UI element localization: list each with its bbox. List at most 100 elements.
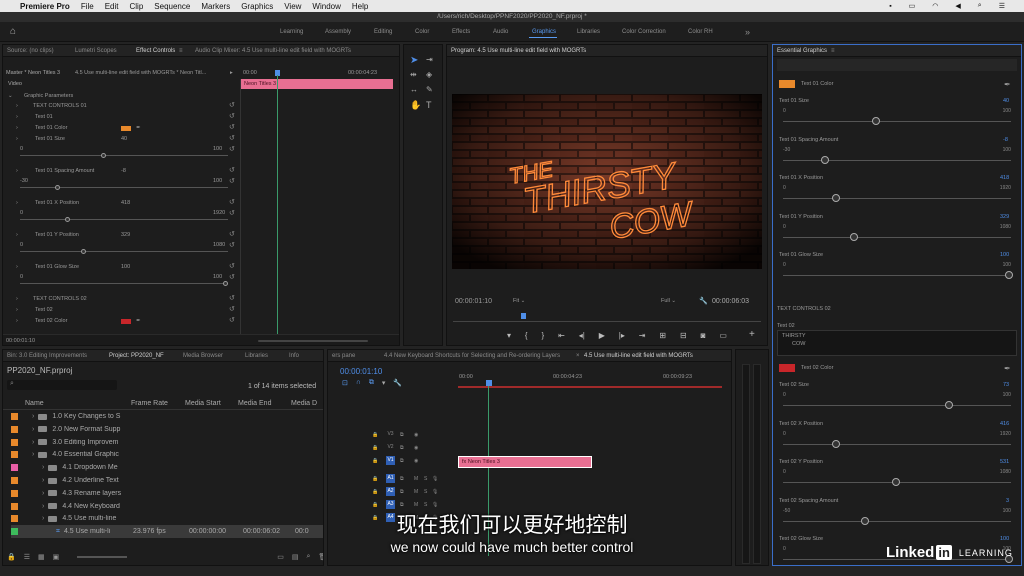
eg-text-02-size-slider-track[interactable] — [783, 405, 1011, 406]
eg-text-01-y-position-slider-knob[interactable] — [849, 232, 858, 241]
workspace-more-button[interactable]: » — [745, 22, 750, 42]
disclosure-triangle-icon[interactable]: › — [32, 426, 34, 433]
track-v2-target[interactable]: V2 — [386, 443, 395, 452]
ec-text-01-spacing-amount-value[interactable]: -8 — [121, 168, 126, 174]
program-timecode[interactable]: 00:00:01:10 — [455, 298, 492, 305]
snap-icon[interactable]: ∩ — [356, 379, 361, 387]
workspace-assembly[interactable]: Assembly — [325, 22, 351, 42]
ec-text-01-size-slider-track[interactable] — [20, 155, 228, 156]
menu-markers[interactable]: Markers — [201, 2, 230, 11]
eg-text-01-size-value[interactable]: 40 — [1003, 98, 1009, 104]
eg-text-02-color-swatch[interactable] — [779, 364, 795, 372]
mark-in-icon[interactable]: { — [525, 331, 528, 341]
workspace-libraries[interactable]: Libraries — [577, 22, 600, 42]
eg-text-02-x-position-slider-track[interactable] — [783, 443, 1011, 445]
eg-text-01-x-position-value[interactable]: 418 — [1000, 175, 1009, 181]
project-search-input[interactable]: ⌕ — [7, 380, 117, 390]
track-v3-target[interactable]: V3 — [386, 430, 395, 439]
project-row[interactable]: › 1.0 Key Changes to S — [11, 410, 323, 423]
track-a1-mute[interactable]: M — [414, 476, 418, 482]
eg-text-01-color-swatch[interactable] — [779, 80, 795, 88]
track-a2-target[interactable]: A2 — [386, 487, 395, 496]
linked-selection-icon[interactable]: ⧉ — [369, 379, 374, 387]
disclosure-triangle-icon[interactable]: › — [42, 477, 44, 484]
ec-text-01-size-slider-knob[interactable] — [101, 153, 107, 158]
track-a2-sync-icon[interactable]: ⧉ — [400, 489, 404, 495]
menu-sequence[interactable]: Sequence — [154, 2, 190, 11]
track-v3-sync-icon[interactable]: ⧉ — [400, 432, 404, 438]
workspace-editing[interactable]: Editing — [374, 22, 392, 42]
tab-timeline-prev[interactable]: ers pane — [332, 350, 355, 362]
track-v2-eye-icon[interactable]: ◉ — [414, 445, 418, 451]
tab-project[interactable]: Project: PP2020_NF — [109, 350, 164, 362]
eg-text-02-size-value[interactable]: 73 — [1003, 382, 1009, 388]
col-media-start[interactable]: Media Start — [185, 400, 221, 407]
wifi-icon[interactable]: ◠ — [932, 2, 938, 10]
ec-text-01-x-position-keyframe-icon[interactable]: ↺ — [229, 209, 235, 217]
workspace-audio[interactable]: Audio — [493, 22, 508, 42]
track-a1-lock-icon[interactable]: 🔒 — [372, 476, 378, 482]
essential-graphics-title[interactable]: Essential Graphics — [777, 45, 827, 57]
track-v1-sync-icon[interactable]: ⧉ — [400, 458, 404, 464]
comparison-view-icon[interactable]: ▭ — [719, 331, 727, 341]
ec-text-01-spacing-amount-slider-knob[interactable] — [54, 185, 60, 190]
wrench-icon[interactable]: 🔧 — [699, 297, 708, 305]
ec-current-time[interactable]: 00:00:01:10 — [6, 338, 35, 344]
project-item-name[interactable]: 4.2 Underline Text — [62, 477, 132, 484]
ec-text-02-toggle[interactable]: › — [16, 307, 18, 313]
ec-text-01-glow-size-value[interactable]: 100 — [121, 264, 130, 270]
track-a1-sync-icon[interactable]: ⧉ — [400, 476, 404, 482]
ec-text-controls-01-toggle[interactable]: › — [16, 103, 18, 109]
track-v3-lock-icon[interactable]: 🔒 — [372, 432, 378, 438]
track-a3-mute[interactable]: M — [414, 502, 418, 508]
menu-view[interactable]: View — [284, 2, 301, 11]
ec-text-01-x-position-slider-knob[interactable] — [64, 217, 70, 222]
app-menu[interactable]: Premiere Pro — [20, 2, 70, 11]
eg-text-01-x-position-slider-knob[interactable] — [831, 194, 840, 202]
track-v3-eye-icon[interactable]: ◉ — [414, 432, 418, 438]
track-a3-mic-icon[interactable]: 🎙 — [432, 502, 438, 508]
menu-clip[interactable]: Clip — [130, 2, 144, 11]
ec-text-01-x-position-value[interactable]: 418 — [121, 200, 130, 206]
menu-help[interactable]: Help — [352, 2, 368, 11]
disclosure-triangle-icon[interactable]: › — [32, 451, 34, 458]
type-tool-icon[interactable]: T — [426, 100, 432, 110]
disclosure-triangle-icon[interactable]: › — [42, 490, 44, 497]
eg-text-01-glow-size-slider-track[interactable] — [783, 275, 1011, 276]
selection-tool-icon[interactable]: ➤ — [410, 55, 418, 66]
eg-menu-icon[interactable]: ≡ — [831, 45, 835, 57]
track-v2-sync-icon[interactable]: ⧉ — [400, 445, 404, 451]
project-row[interactable]: › 4.0 Essential Graphic — [11, 448, 323, 461]
project-item-name[interactable]: 4.3 Rename layers — [62, 490, 132, 497]
play-only-icon[interactable]: ▸ — [230, 70, 233, 76]
program-timeruler[interactable] — [453, 317, 761, 322]
track-select-tool-icon[interactable]: ⇥ — [426, 55, 433, 64]
tab-audio-clip-mixer[interactable]: Audio Clip Mixer: 4.5 Use multi-line edi… — [195, 45, 351, 57]
workspace-graphics[interactable]: Graphics — [532, 22, 556, 42]
ec-clip-bar[interactable]: Neon Titles 3 — [241, 79, 393, 89]
ec-text-01-toggle[interactable]: › — [16, 114, 18, 120]
ec-text-01-glow-size-toggle[interactable]: › — [16, 264, 18, 270]
search-icon[interactable]: ⌕ — [978, 2, 982, 10]
menu-file[interactable]: File — [81, 2, 94, 11]
project-item-name[interactable]: 3.0 Editing Improvem — [52, 439, 122, 446]
ec-text-01-y-position-reset-icon[interactable]: ↺ — [229, 230, 235, 238]
timeline-clip-neon-titles[interactable]: fx Neon Titles 3 — [458, 456, 592, 468]
workspace-color[interactable]: Color — [415, 22, 429, 42]
eg-text-01-x-position-slider-track[interactable] — [783, 198, 1011, 199]
eg-text-01-spacing-amount-value[interactable]: -8 — [1003, 137, 1008, 143]
tab-timeline-4-4[interactable]: 4.4 New Keyboard Shortcuts for Selecting… — [384, 350, 560, 362]
ec-text-02-color-reset-icon[interactable]: ↺ — [229, 316, 235, 324]
ec-text-01-size-value[interactable]: 40 — [121, 136, 127, 142]
pen-tool-icon[interactable]: ✎ — [426, 85, 433, 94]
add-marker-icon[interactable]: ▾ — [382, 379, 386, 387]
timeline-settings-icon[interactable]: 🔧 — [393, 379, 402, 387]
ec-text-01-x-position-reset-icon[interactable]: ↺ — [229, 198, 235, 206]
fit-dropdown[interactable]: Fit ⌄ — [513, 298, 525, 304]
disclosure-triangle-icon[interactable]: › — [42, 464, 44, 471]
eg-text-02-x-position-slider-knob[interactable] — [831, 439, 840, 448]
ec-text-01-glow-size-reset-icon[interactable]: ↺ — [229, 262, 235, 270]
eg-text-01-color-eyedropper-icon[interactable]: ✒ — [1004, 80, 1011, 89]
disclosure-triangle-icon[interactable]: › — [32, 439, 34, 446]
col-name[interactable]: Name — [25, 400, 44, 407]
